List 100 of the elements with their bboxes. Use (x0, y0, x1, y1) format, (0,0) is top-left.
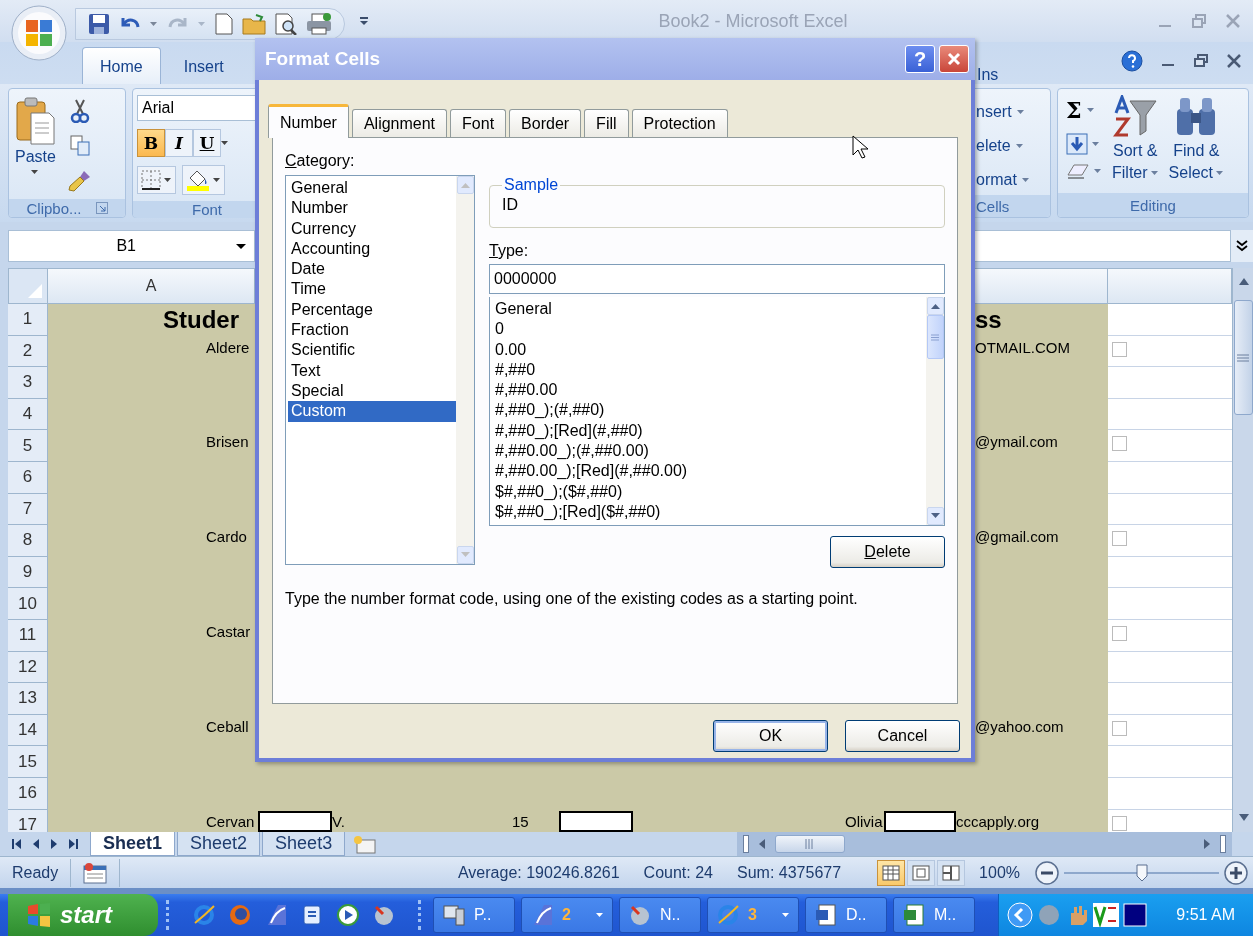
row-header[interactable]: 15 (8, 746, 48, 778)
clock: 9:51 AM (1176, 906, 1235, 923)
dialog-tab[interactable]: Font (450, 109, 507, 137)
row-header[interactable]: 12 (8, 651, 48, 684)
type-field[interactable]: 0000000 (489, 264, 945, 294)
zoom-level[interactable]: 100% (979, 863, 1020, 881)
cell-text: V. (332, 812, 345, 830)
cell-text: Castar (206, 622, 251, 640)
sheet-tab[interactable]: Sheet3 (262, 832, 346, 856)
field-label: Category: (285, 152, 356, 170)
row-header[interactable]: 14 (8, 714, 48, 747)
cell-text: @yahoo.com (975, 717, 1064, 735)
cells-command[interactable]: ormat (976, 165, 1050, 195)
row-header[interactable]: 7 (8, 493, 48, 526)
status-text: Ready (12, 863, 59, 882)
format-item[interactable]: 0.00 (492, 339, 926, 360)
ribbon-tab[interactable]: Home (82, 47, 161, 84)
find-select-button[interactable]: Find & Select (1168, 95, 1225, 193)
column-header[interactable]: A (48, 268, 255, 304)
sheet-tab[interactable]: Sheet2 (177, 832, 261, 856)
sample-value: ID (502, 196, 518, 213)
dialog-tab[interactable]: Fill (584, 109, 629, 137)
group-label: Cells (976, 197, 1010, 215)
dialog-tab[interactable]: Protection (631, 109, 728, 137)
cell-text: @ymail.com (975, 433, 1058, 451)
dialog-tab[interactable]: Number (268, 104, 349, 138)
group-label: Font (192, 201, 222, 218)
row-header[interactable]: 8 (8, 525, 48, 557)
category-item[interactable]: Percentage (288, 299, 456, 321)
cells-command[interactable]: nsert (976, 97, 1050, 127)
ribbon-tab[interactable]: Ins (975, 56, 1016, 91)
row-header[interactable]: 2 (8, 335, 48, 368)
format-item[interactable]: #,##0 (492, 359, 926, 381)
category-item[interactable]: Custom (288, 401, 456, 422)
row-header[interactable]: 6 (8, 461, 48, 494)
cell-text: Aldere (206, 338, 250, 356)
status-text: Sum: 4375677 (737, 863, 842, 882)
category-item[interactable]: Scientific (288, 340, 456, 361)
help-button[interactable]: ? (905, 45, 935, 73)
cell-text: Olivia (845, 812, 883, 830)
sample-group: Sample ID (489, 176, 945, 228)
status-text: Average: 190246.8261 (458, 863, 620, 882)
dialog-title: Format Cells (264, 48, 382, 70)
row-header[interactable]: 13 (8, 683, 48, 715)
cells-command[interactable]: elete (976, 131, 1050, 161)
row-header[interactable]: 9 (8, 556, 48, 589)
row-header[interactable]: 17 (8, 809, 48, 832)
taskbar-button[interactable]: M.. (893, 897, 975, 933)
paste-button[interactable]: Paste (15, 95, 56, 193)
hint-text: Type the number format code, using one of the existing codes as a starting point. (285, 590, 859, 608)
category-item[interactable]: Number (288, 198, 456, 219)
group-label: Editing (1130, 196, 1176, 214)
format-item[interactable]: #,##0.00 (492, 380, 926, 401)
category-item[interactable]: Date (288, 259, 456, 280)
group-label: Clipbo... (26, 199, 82, 217)
ok-button[interactable]: OK (713, 720, 828, 752)
delete-button[interactable]: Delete (830, 536, 945, 568)
format-item[interactable]: #,##0_);(#,##0) (492, 400, 926, 421)
format-item[interactable]: 0 (492, 319, 926, 340)
status-text: Count: 24 (643, 863, 713, 882)
format-item[interactable]: $#,##0_);[Red]($#,##0) (492, 501, 926, 523)
category-item[interactable]: Text (288, 360, 456, 381)
row-header[interactable]: 16 (8, 777, 48, 810)
name-box[interactable]: B1 (8, 230, 255, 262)
cancel-button[interactable]: Cancel (845, 720, 960, 752)
sheet-tab[interactable]: Sheet1 (90, 832, 176, 856)
row-header[interactable]: 10 (8, 588, 48, 620)
taskbar-button[interactable]: P.. (433, 897, 515, 933)
category-item[interactable]: Currency (288, 218, 456, 239)
format-item[interactable]: $#,##0_);($#,##0) (492, 481, 926, 502)
row-header[interactable]: 3 (8, 367, 48, 399)
window-title: Book2 - Microsoft Excel (657, 10, 849, 32)
format-toggle[interactable]: I (165, 129, 193, 157)
cell-text: Studer (163, 305, 239, 334)
format-item[interactable]: #,##0_);[Red](#,##0) (492, 420, 926, 442)
dialog-tab[interactable]: Border (509, 109, 582, 137)
taskbar-button[interactable]: D.. (805, 897, 887, 933)
category-item[interactable]: Fraction (288, 320, 456, 341)
category-item[interactable]: Time (288, 279, 456, 300)
format-item[interactable]: General (492, 299, 926, 320)
category-item[interactable]: Special (288, 380, 456, 402)
cell-text: Cervan (206, 812, 255, 830)
ribbon-tab[interactable]: Insert (166, 48, 241, 84)
format-item[interactable]: #,##0.00_);[Red](#,##0.00) (492, 461, 926, 482)
taskbar-button[interactable]: N.. (619, 897, 701, 933)
format-item[interactable]: #,##0.00_);(#,##0.00) (492, 441, 926, 462)
sort-filter-button[interactable]: Sort & Filter (1112, 95, 1159, 193)
cell-text: OTMAIL.COM (975, 338, 1070, 356)
cell-text: 15 (512, 812, 529, 830)
cell-text: Cardo (206, 528, 247, 546)
row-header[interactable]: 4 (8, 398, 48, 431)
category-item[interactable]: Accounting (288, 238, 456, 260)
autosum-button[interactable]: Σ (1066, 95, 1095, 125)
category-item[interactable]: General (288, 178, 456, 199)
row-header[interactable]: 5 (8, 430, 48, 462)
row-header[interactable]: 11 (8, 619, 48, 652)
format-toggle[interactable]: U (193, 129, 221, 157)
dialog-tab[interactable]: Alignment (351, 109, 448, 137)
row-header[interactable]: 1 (8, 304, 48, 336)
format-toggle[interactable]: B (137, 129, 165, 157)
